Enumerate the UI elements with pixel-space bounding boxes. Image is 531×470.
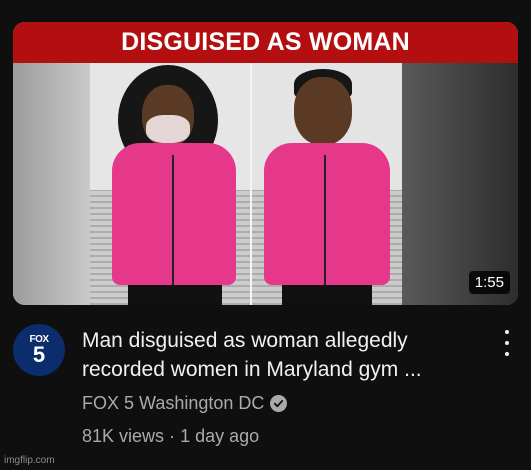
checkmark-circle-icon — [270, 395, 288, 412]
upload-age: 1 day ago — [180, 426, 260, 446]
channel-name[interactable]: FOX 5 Washington DC — [82, 393, 264, 414]
dot — [505, 352, 509, 356]
photo-man — [252, 63, 402, 305]
video-metadata: 81K views · 1 day ago — [82, 426, 259, 447]
photo-woman-disguise — [90, 63, 252, 305]
dot — [505, 341, 509, 345]
thumbnail-banner: DISGUISED AS WOMAN — [13, 22, 518, 63]
video-card[interactable]: DISGUISED AS WOMAN 1:55 FOX 5 Man disgui… — [0, 0, 531, 470]
channel-row[interactable]: FOX 5 Washington DC — [82, 393, 288, 414]
pink-jacket — [112, 143, 236, 285]
pink-jacket — [264, 143, 390, 285]
avatar-number: 5 — [32, 342, 46, 367]
vertical-ellipsis-icon[interactable] — [497, 330, 517, 356]
jacket-zipper — [172, 155, 174, 285]
channel-avatar[interactable]: FOX 5 — [13, 324, 65, 376]
imgflip-watermark: imgflip.com — [4, 455, 55, 466]
jacket-zipper — [324, 155, 326, 285]
dot — [505, 330, 509, 334]
photo-left-panel — [13, 63, 90, 305]
head — [294, 77, 352, 145]
video-title[interactable]: Man disguised as woman allegedly recorde… — [82, 326, 482, 384]
pants — [128, 285, 222, 305]
view-count: 81K views — [82, 426, 165, 446]
photo-right-panel — [402, 63, 518, 305]
video-duration-badge: 1:55 — [468, 271, 510, 294]
video-thumbnail[interactable]: DISGUISED AS WOMAN 1:55 — [13, 22, 518, 305]
pants — [282, 285, 372, 305]
face-mask — [146, 115, 190, 143]
meta-separator: · — [169, 426, 176, 446]
banner-text: DISGUISED AS WOMAN — [121, 28, 410, 56]
